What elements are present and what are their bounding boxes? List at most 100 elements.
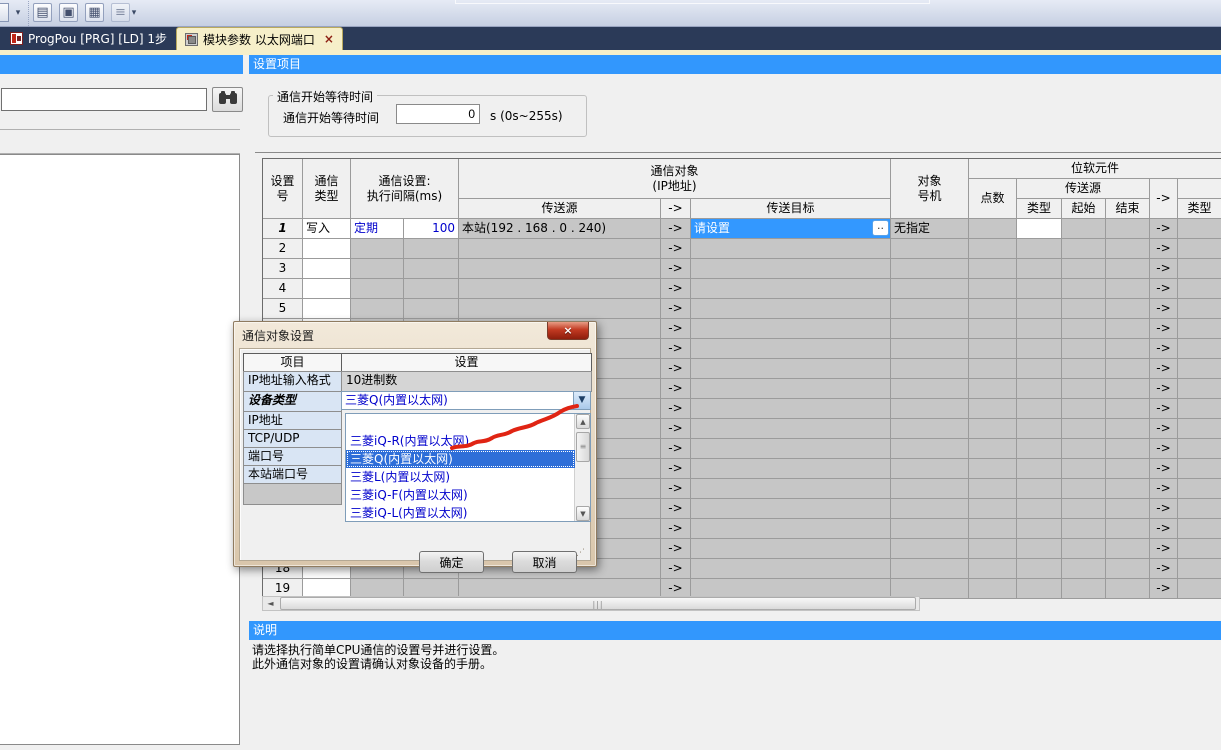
cell-points[interactable] [969,239,1017,259]
cell-mode[interactable] [351,239,404,259]
cell-kind2[interactable] [1178,359,1221,379]
cell-end[interactable] [1106,359,1150,379]
cell-start[interactable] [1062,319,1106,339]
cell-kind[interactable] [1017,219,1062,239]
cell-unit[interactable] [891,399,969,419]
cell-end[interactable] [1106,239,1150,259]
cell-points[interactable] [969,579,1017,599]
cell-points[interactable] [969,439,1017,459]
cell-kind2[interactable] [1178,339,1221,359]
tab-progpou[interactable]: ProgPou [PRG] [LD] 1步 × [2,27,194,50]
cell-dst[interactable] [691,279,891,299]
cell-start[interactable] [1062,479,1106,499]
horizontal-scrollbar[interactable]: ◄ ||| [262,596,920,611]
dialog-close-icon[interactable]: × [547,322,589,340]
row-number[interactable]: 4 [263,279,303,299]
cell-unit[interactable] [891,279,969,299]
cell-points[interactable] [969,279,1017,299]
cell-end[interactable] [1106,539,1150,559]
cell-kind2[interactable] [1178,239,1221,259]
cell-src[interactable]: 本站(192 . 168 . 0 . 240) [459,219,661,239]
cell-unit[interactable] [891,339,969,359]
cell-dst[interactable] [691,539,891,559]
cell-kind2[interactable] [1178,279,1221,299]
cell-interval[interactable] [404,239,459,259]
cell-points[interactable] [969,259,1017,279]
cell-kind[interactable] [1017,239,1062,259]
cell-unit[interactable] [891,519,969,539]
cell-points[interactable] [969,359,1017,379]
dropdown-item-0[interactable]: 三菱iQ-R(内置以太网) [346,432,575,450]
cell-kind[interactable] [1017,299,1062,319]
dialog-item-1[interactable]: 设备类型 [243,391,342,412]
ok-button[interactable]: 确定 [419,551,484,573]
cell-kind[interactable] [1017,339,1062,359]
cell-interval[interactable]: 100 [404,219,459,239]
cell-end[interactable] [1106,339,1150,359]
cell-type[interactable] [303,299,351,319]
cell-kind[interactable] [1017,279,1062,299]
dropdown-scrollbar[interactable]: ▲ ≡ ▼ [574,414,590,521]
scrollbar-thumb[interactable]: ||| [280,597,916,610]
cell-start[interactable] [1062,519,1106,539]
cell-type[interactable]: 写入 [303,219,351,239]
cancel-button[interactable]: 取消 [512,551,577,573]
dialog-item-3[interactable]: TCP/UDP [243,429,342,448]
cell-unit[interactable] [891,359,969,379]
cell-start[interactable] [1062,439,1106,459]
cell-mode[interactable] [351,259,404,279]
cell-unit[interactable] [891,319,969,339]
cell-src[interactable] [459,279,661,299]
row-number[interactable]: 1 [263,219,303,239]
cell-dst[interactable] [691,299,891,319]
device-type-combobox[interactable]: 三菱Q(内置以太网) ▼ [341,391,591,410]
cell-kind[interactable] [1017,319,1062,339]
cell-dst[interactable] [691,259,891,279]
cell-unit[interactable] [891,499,969,519]
row-number[interactable]: 3 [263,259,303,279]
cell-points[interactable] [969,299,1017,319]
tree-area[interactable] [0,154,240,745]
cell-dst[interactable] [691,439,891,459]
cell-unit[interactable] [891,539,969,559]
cell-kind2[interactable] [1178,539,1221,559]
cell-dst[interactable] [691,419,891,439]
tab-close-icon[interactable]: × [324,33,334,45]
list-view-icon[interactable]: ▦ [85,3,104,22]
cell-points[interactable] [969,379,1017,399]
cell-src[interactable] [459,259,661,279]
cell-end[interactable] [1106,379,1150,399]
cell-end[interactable] [1106,479,1150,499]
cell-dst[interactable] [691,519,891,539]
cell-points[interactable] [969,539,1017,559]
scroll-up-icon[interactable]: ▲ [576,414,590,429]
row-number[interactable]: 2 [263,239,303,259]
cell-kind[interactable] [1017,519,1062,539]
cell-start[interactable] [1062,219,1106,239]
search-input[interactable] [1,88,207,111]
cell-end[interactable] [1106,579,1150,599]
dialog-item-0[interactable]: IP地址输入格式 [243,371,342,392]
cell-kind2[interactable] [1178,499,1221,519]
cell-end[interactable] [1106,299,1150,319]
cell-points[interactable] [969,419,1017,439]
cell-start[interactable] [1062,539,1106,559]
cell-kind2[interactable] [1178,459,1221,479]
scroll-left-arrow-icon[interactable]: ◄ [263,597,278,610]
cell-kind2[interactable] [1178,259,1221,279]
cell-mode[interactable] [351,279,404,299]
cell-end[interactable] [1106,519,1150,539]
wait-time-input[interactable] [396,104,480,124]
cell-src[interactable] [459,239,661,259]
cell-kind2[interactable] [1178,379,1221,399]
cell-points[interactable] [969,459,1017,479]
cell-start[interactable] [1062,399,1106,419]
cell-dst[interactable] [691,379,891,399]
cell-src[interactable] [459,299,661,319]
cell-interval[interactable] [404,299,459,319]
dialog-item-5[interactable]: 本站端口号 [243,465,342,484]
cell-points[interactable] [969,319,1017,339]
cell-dst[interactable] [691,479,891,499]
cell-kind2[interactable] [1178,479,1221,499]
cell-start[interactable] [1062,339,1106,359]
